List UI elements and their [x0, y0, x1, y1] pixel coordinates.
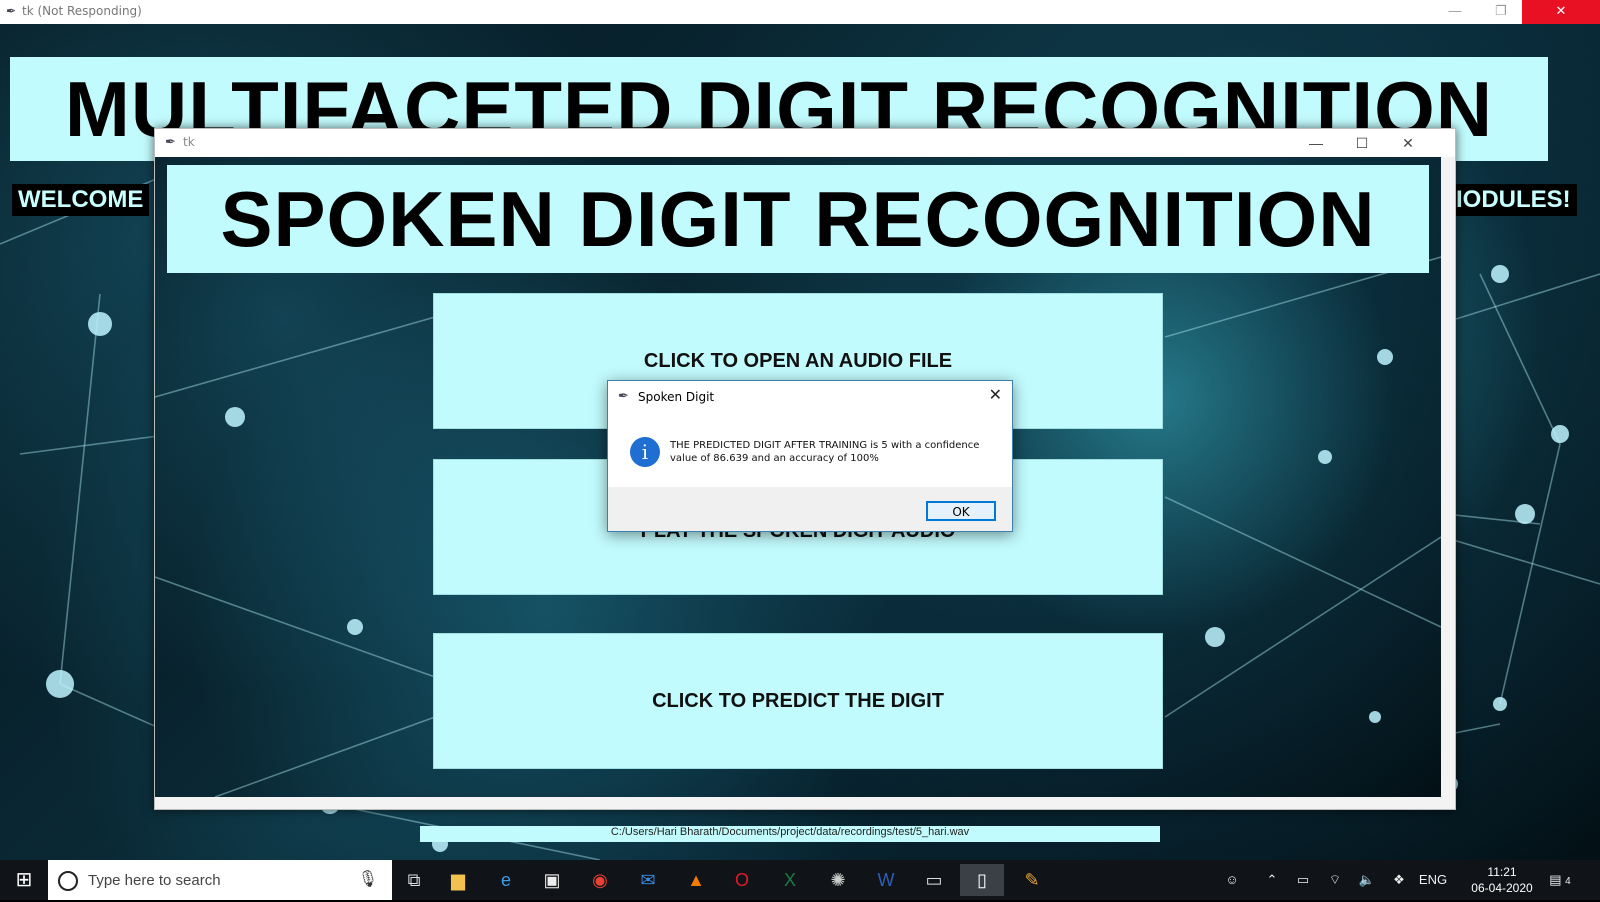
- notification-icon[interactable]: ▤ 4: [1540, 860, 1580, 900]
- minimize-icon[interactable]: —: [1432, 0, 1478, 24]
- excel-icon[interactable]: X: [768, 864, 812, 896]
- store-icon[interactable]: ▣: [530, 864, 574, 896]
- windows-start-icon[interactable]: ⊞: [0, 860, 48, 900]
- tk-feather-icon: ✒: [165, 134, 176, 149]
- ok-button[interactable]: OK: [926, 501, 996, 521]
- taskbar: ⊞ Type here to search 🎙 ⧉ ▆ e ▣ ◉ ✉ ▲ O …: [0, 860, 1600, 900]
- language-indicator[interactable]: ENG: [1416, 860, 1450, 900]
- clock-time: 11:21: [1487, 865, 1517, 879]
- welcome-text: WELCOME: [12, 184, 150, 216]
- wifi-icon[interactable]: ⌔: [1322, 860, 1348, 900]
- close-icon[interactable]: ✕: [1385, 129, 1431, 157]
- tk-feather-icon: ✒: [6, 4, 17, 18]
- tk-heading: SPOKEN DIGIT RECOGNITION: [167, 165, 1429, 273]
- notification-bubble-icon: ▤: [1549, 872, 1562, 887]
- file-explorer-icon[interactable]: ▆: [436, 864, 480, 896]
- dialog-close-icon[interactable]: ✕: [989, 385, 1002, 404]
- task-view-icon[interactable]: ⧉: [392, 864, 436, 896]
- spider-app-icon[interactable]: ✺: [816, 864, 860, 896]
- dialog-footer: OK: [608, 487, 1012, 531]
- prediction-dialog: ✒ Spoken Digit ✕ i THE PREDICTED DIGIT A…: [607, 380, 1013, 532]
- paint-icon[interactable]: ✎: [1010, 864, 1054, 896]
- search-input[interactable]: Type here to search: [88, 872, 221, 889]
- taskbar-search[interactable]: Type here to search 🎙: [48, 860, 392, 900]
- maximize-icon[interactable]: ❐: [1478, 0, 1524, 24]
- chrome-icon[interactable]: ◉: [578, 864, 622, 896]
- clock-date: 06-04-2020: [1471, 881, 1533, 895]
- close-icon[interactable]: ✕: [1522, 0, 1600, 24]
- dropbox-icon[interactable]: ❖: [1386, 860, 1412, 900]
- maximize-icon[interactable]: ☐: [1339, 129, 1385, 157]
- cortana-icon: [58, 871, 78, 891]
- main-window-title: tk (Not Responding): [22, 4, 142, 18]
- opera-icon[interactable]: O: [720, 864, 764, 896]
- people-icon[interactable]: ☺: [1220, 860, 1244, 900]
- main-titlebar: ✒ tk (Not Responding) — ❐ ✕: [0, 0, 1600, 24]
- clock[interactable]: 11:21 06-04-2020: [1470, 864, 1534, 896]
- notification-count: 4: [1565, 876, 1571, 887]
- command-prompt-icon[interactable]: ▭: [912, 864, 956, 896]
- dialog-title: Spoken Digit: [638, 390, 715, 404]
- tk-window-title: tk: [183, 135, 195, 149]
- tk-feather-icon: ✒: [618, 389, 629, 404]
- notepad-icon[interactable]: ▯: [960, 864, 1004, 896]
- mail-icon[interactable]: ✉: [626, 864, 670, 896]
- word-icon[interactable]: W: [864, 864, 908, 896]
- edge-icon[interactable]: e: [484, 864, 528, 896]
- chevron-up-icon[interactable]: ⌃: [1260, 860, 1284, 900]
- volume-icon[interactable]: 🔈: [1354, 860, 1380, 900]
- file-path-label: C:/Users/Hari Bharath/Documents/project/…: [420, 826, 1160, 842]
- dialog-message: THE PREDICTED DIGIT AFTER TRAINING is 5 …: [670, 440, 980, 464]
- tk-titlebar: ✒ tk — ☐ ✕: [155, 129, 1455, 157]
- vlc-icon[interactable]: ▲: [674, 864, 718, 896]
- microphone-icon[interactable]: 🎙: [358, 869, 378, 889]
- info-icon: i: [630, 437, 660, 467]
- minimize-icon[interactable]: —: [1293, 129, 1339, 157]
- predict-digit-button[interactable]: CLICK TO PREDICT THE DIGIT: [433, 633, 1163, 769]
- welcome-text-end: IODULES!: [1450, 184, 1577, 216]
- battery-icon[interactable]: ▭: [1290, 860, 1316, 900]
